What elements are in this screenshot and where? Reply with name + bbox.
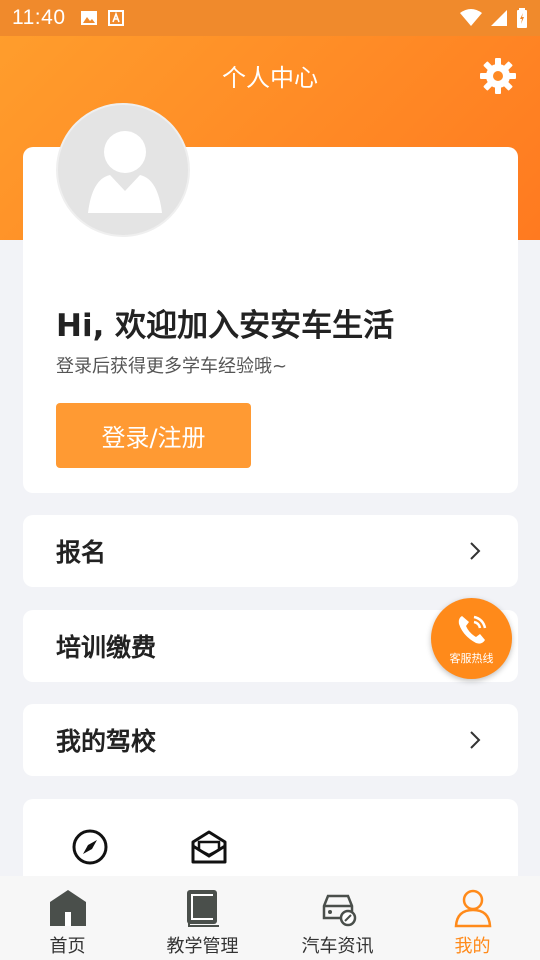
welcome-subtext: 登录后获得更多学车经验哦~	[56, 356, 288, 377]
signal-icon	[491, 10, 507, 26]
nav-label: 首页	[49, 936, 86, 957]
nav-item-home[interactable]: 首页	[0, 876, 135, 960]
menu-item-label: 报名	[56, 538, 107, 567]
car-icon	[322, 894, 356, 927]
gear-icon[interactable]	[478, 56, 518, 96]
chevron-right-icon	[470, 542, 481, 560]
nav-label: 教学管理	[166, 936, 239, 957]
nav-label: 我的	[454, 936, 491, 957]
nav-item-teaching[interactable]: 教学管理	[135, 876, 270, 960]
nav-item-mine[interactable]: 我的	[405, 876, 540, 960]
welcome-heading: Hi, 欢迎加入安安车生活	[56, 308, 395, 344]
menu-item-label: 我的驾校	[56, 727, 157, 756]
menu-item-label: 培训缴费	[56, 633, 157, 662]
menu-item-my-school[interactable]: 我的驾校	[23, 704, 518, 776]
user-avatar-icon[interactable]	[56, 103, 190, 237]
image-notification-icon	[80, 11, 97, 25]
status-bar: 11:40	[0, 0, 540, 36]
menu-item-signup[interactable]: 报名	[23, 515, 518, 587]
battery-icon	[517, 8, 527, 28]
compass-icon[interactable]	[71, 828, 109, 866]
home-icon	[49, 890, 86, 926]
nav-item-car-news[interactable]: 汽车资讯	[270, 876, 405, 960]
bottom-navigation: 首页 教学管理 汽车资讯 我的	[0, 876, 540, 960]
nav-label: 汽车资讯	[301, 936, 374, 957]
wifi-icon	[460, 9, 482, 26]
mail-icon[interactable]	[190, 828, 228, 866]
customer-service-hotline-button[interactable]: 客服热线	[431, 598, 512, 679]
person-icon	[454, 889, 491, 928]
phone-icon	[458, 615, 486, 644]
fab-label: 客服热线	[449, 651, 494, 665]
chevron-right-icon	[470, 731, 481, 749]
status-time: 11:40	[12, 6, 66, 29]
login-register-button[interactable]: 登录/注册	[56, 403, 251, 468]
page-title: 个人中心	[222, 64, 318, 92]
book-icon	[186, 890, 219, 927]
text-notification-icon	[107, 10, 124, 26]
